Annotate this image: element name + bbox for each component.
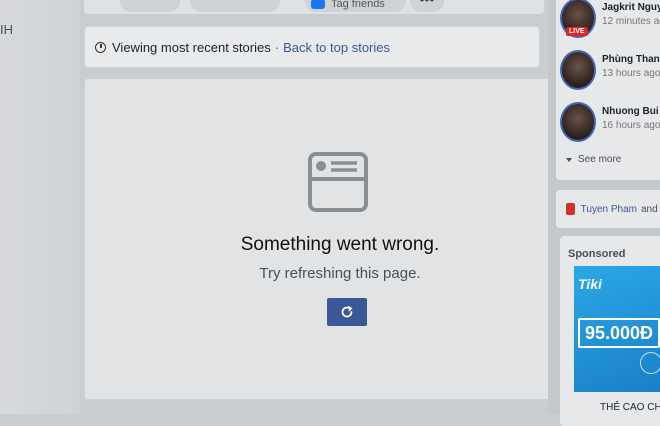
more-options-button[interactable]: ••• xyxy=(410,0,444,12)
error-page-icon xyxy=(308,152,368,212)
activity-icon xyxy=(566,203,575,215)
story-time: 12 minutes ago xyxy=(602,16,660,27)
activity-item[interactable]: Tuyen Pham and 2 xyxy=(556,190,660,228)
avatar xyxy=(560,102,596,142)
see-more-button[interactable]: See more xyxy=(566,154,621,165)
left-sidebar-edge: IH xyxy=(0,0,80,414)
refresh-button[interactable] xyxy=(327,298,367,326)
composer-option[interactable] xyxy=(120,0,180,12)
stories-panel: LIVE Jagkrit Nguye 12 minutes ago Phùng … xyxy=(556,0,660,180)
tag-friends-label: Tag friends xyxy=(331,0,385,10)
story-item[interactable]: Phùng Thanh 13 hours ago xyxy=(556,46,660,94)
live-badge: LIVE xyxy=(566,27,588,36)
error-card: Something went wrong. Try refreshing thi… xyxy=(84,78,556,400)
separator: · xyxy=(274,39,280,55)
ad-brand: Tiki xyxy=(578,276,602,292)
sponsored-panel: Sponsored Tiki 95.000Đ THẺ CAO CHI xyxy=(560,236,660,426)
activity-rest: and 2 xyxy=(640,203,660,215)
error-subtitle: Try refreshing this page. xyxy=(259,265,421,282)
story-time: 13 hours ago xyxy=(602,68,660,79)
story-time: 16 hours ago xyxy=(602,120,660,131)
see-more-label: See more xyxy=(578,154,622,165)
refresh-icon xyxy=(341,305,353,318)
tag-friends-icon xyxy=(311,0,325,9)
story-name: Jagkrit Nguye xyxy=(602,2,660,13)
more-icon: ••• xyxy=(420,0,435,7)
ad-image[interactable]: Tiki 95.000Đ xyxy=(574,266,660,392)
ad-caption: THẺ CAO CHI xyxy=(600,402,660,413)
activity-name[interactable]: Tuyen Pham xyxy=(581,204,637,215)
back-to-top-stories-link[interactable]: Back to top stories xyxy=(283,40,390,55)
tag-friends-button[interactable]: Tag friends xyxy=(305,0,406,12)
sponsored-label: Sponsored xyxy=(568,248,626,260)
story-item[interactable]: Nhuong Bui 16 hours ago xyxy=(556,98,660,146)
chevron-down-icon xyxy=(566,157,572,162)
error-title: Something went wrong. xyxy=(240,234,440,255)
avatar xyxy=(560,50,596,90)
most-recent-label: Viewing most recent stories xyxy=(112,39,271,55)
story-name: Nhuong Bui xyxy=(602,106,659,117)
most-recent-bar: Viewing most recent stories · Back to to… xyxy=(84,26,540,68)
story-name: Phùng Thanh xyxy=(602,54,660,65)
story-item[interactable]: LIVE Jagkrit Nguye 12 minutes ago xyxy=(556,0,660,42)
clock-icon xyxy=(95,41,106,53)
left-sidebar-fragment: IH xyxy=(0,22,13,37)
ad-price: 95.000Đ xyxy=(578,318,660,348)
composer-option[interactable] xyxy=(190,0,280,12)
hexagon-icon xyxy=(640,352,660,374)
